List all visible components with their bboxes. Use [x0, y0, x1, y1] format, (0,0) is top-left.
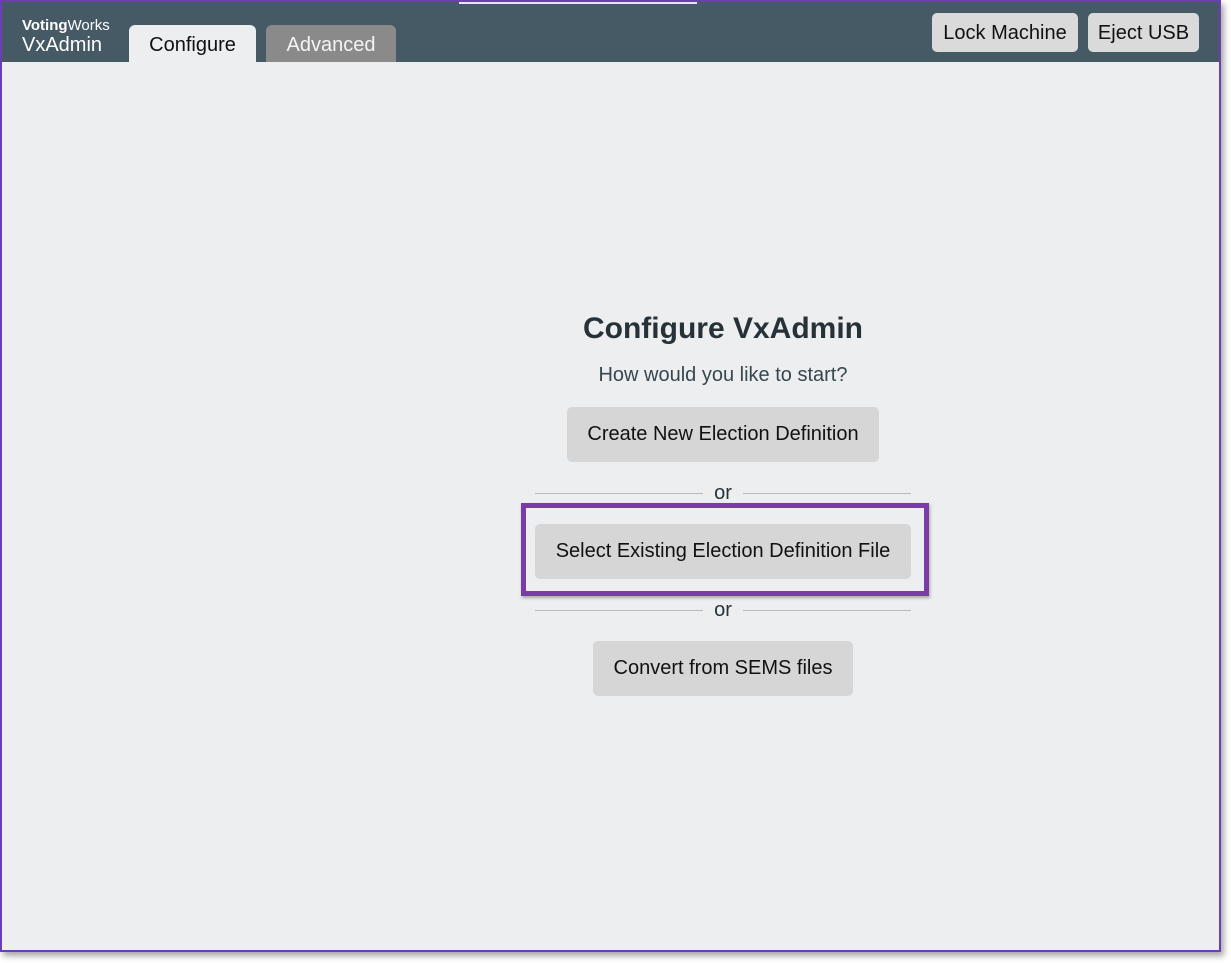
create-election-definition-button[interactable]: Create New Election Definition — [567, 407, 879, 462]
or-divider: or — [535, 599, 911, 621]
divider-line — [743, 610, 911, 611]
page-title: Configure VxAdmin — [582, 312, 863, 345]
page-subtitle: How would you like to start? — [598, 364, 848, 386]
brand-logo: VotingWorks VxAdmin — [22, 18, 110, 55]
loading-indicator — [459, 2, 697, 4]
brand-org-bold: Voting — [22, 17, 68, 34]
top-navigation-bar: VotingWorks VxAdmin Configure Advanced L… — [2, 2, 1219, 62]
or-divider: or — [535, 482, 911, 504]
app-window: VotingWorks VxAdmin Configure Advanced L… — [0, 0, 1221, 952]
eject-usb-button[interactable]: Eject USB — [1088, 13, 1199, 52]
lock-machine-button[interactable]: Lock Machine — [932, 13, 1078, 52]
tab-configure[interactable]: Configure — [129, 25, 256, 62]
tab-advanced[interactable]: Advanced — [266, 25, 396, 62]
brand-org-regular: Works — [67, 17, 110, 34]
divider-line — [743, 493, 911, 494]
convert-sems-files-button[interactable]: Convert from SEMS files — [593, 641, 853, 696]
brand-app-name: VxAdmin — [22, 34, 103, 56]
brand-org: VotingWorks — [22, 18, 110, 34]
select-election-definition-file-button[interactable]: Select Existing Election Definition File — [535, 524, 911, 579]
